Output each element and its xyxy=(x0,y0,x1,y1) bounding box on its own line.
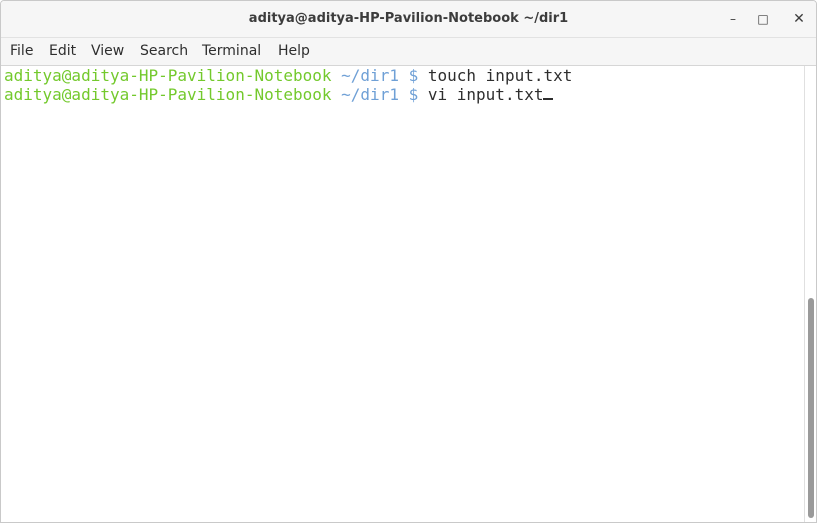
scrollbar-track[interactable] xyxy=(804,66,816,522)
text-cursor xyxy=(543,98,554,100)
prompt-path: ~/dir1 xyxy=(341,85,399,104)
command-text: touch input.txt xyxy=(427,66,573,85)
menu-edit[interactable]: Edit xyxy=(49,43,76,59)
menu-file[interactable]: File xyxy=(10,43,33,59)
menu-help[interactable]: Help xyxy=(278,43,310,59)
prompt-symbol: $ xyxy=(408,85,419,104)
prompt-user: aditya@aditya-HP-Pavilion-Notebook xyxy=(4,66,332,85)
terminal-window: aditya@aditya-HP-Pavilion-Notebook ~/dir… xyxy=(0,0,817,523)
command-text: vi input.txt xyxy=(427,85,544,104)
menu-terminal[interactable]: Terminal xyxy=(202,43,261,59)
prompt-path: ~/dir1 xyxy=(341,66,399,85)
menu-bar: File Edit View Search Terminal Help xyxy=(1,38,816,66)
maximize-button[interactable]: □ xyxy=(753,9,773,29)
terminal-line: aditya@aditya-HP-Pavilion-Notebook ~/dir… xyxy=(4,66,572,85)
menu-search[interactable]: Search xyxy=(140,43,188,59)
title-bar[interactable]: aditya@aditya-HP-Pavilion-Notebook ~/dir… xyxy=(1,1,816,38)
prompt-user: aditya@aditya-HP-Pavilion-Notebook xyxy=(4,85,332,104)
scrollbar-thumb[interactable] xyxy=(808,298,814,518)
close-button[interactable]: ✕ xyxy=(789,9,809,29)
minimize-button[interactable]: – xyxy=(723,9,743,29)
menu-view[interactable]: View xyxy=(91,43,124,59)
prompt-symbol: $ xyxy=(408,66,419,85)
terminal-line: aditya@aditya-HP-Pavilion-Notebook ~/dir… xyxy=(4,85,554,104)
window-title: aditya@aditya-HP-Pavilion-Notebook ~/dir… xyxy=(248,11,569,26)
terminal-output[interactable]: aditya@aditya-HP-Pavilion-Notebook ~/dir… xyxy=(1,66,803,522)
